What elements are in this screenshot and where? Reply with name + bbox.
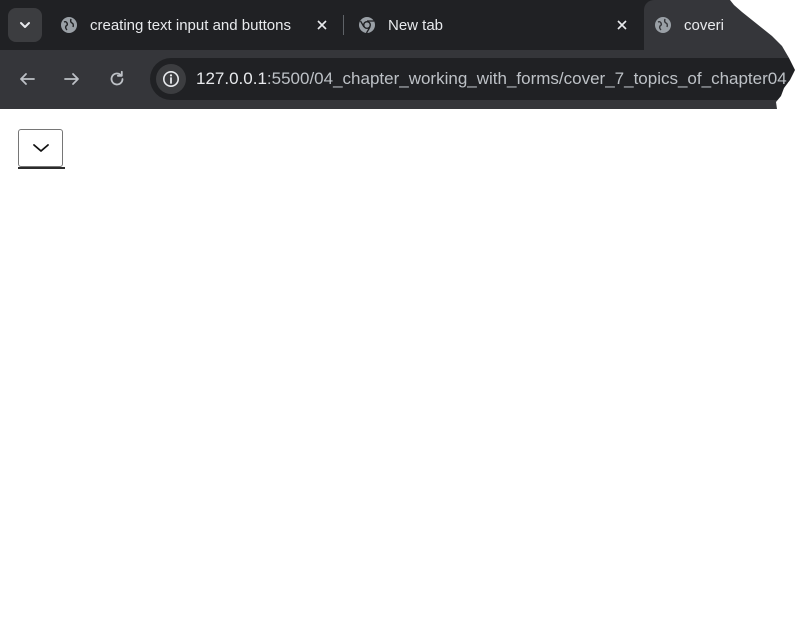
back-button[interactable] <box>10 62 44 96</box>
browser-chrome: creating text input and buttons New tab <box>0 0 796 109</box>
browser-toolbar: 127.0.0.1:5500/04_chapter_working_with_f… <box>0 50 796 109</box>
tab-covering-active[interactable]: coveri <box>644 0 796 50</box>
tab-strip: creating text input and buttons New tab <box>0 0 796 50</box>
info-icon <box>163 71 179 87</box>
page-content <box>0 109 796 617</box>
url-path: :5500/04_chapter_working_with_forms/cove… <box>266 69 792 88</box>
reload-button[interactable] <box>100 62 134 96</box>
tab-title: creating text input and buttons <box>90 16 291 34</box>
reload-icon <box>110 70 124 86</box>
close-icon[interactable] <box>312 15 332 35</box>
tab-new-tab[interactable]: New tab <box>348 7 640 43</box>
chevron-down-icon <box>20 22 30 28</box>
globe-icon <box>61 17 77 33</box>
close-icon[interactable] <box>612 15 632 35</box>
tab-creating-text-input[interactable]: creating text input and buttons <box>50 7 340 43</box>
globe-icon <box>655 17 671 33</box>
chevron-down-icon <box>32 144 49 152</box>
url-text[interactable]: 127.0.0.1:5500/04_chapter_working_with_f… <box>196 69 791 89</box>
tab-title: coveri <box>684 16 725 34</box>
tab-search-button[interactable] <box>8 8 42 42</box>
chrome-icon <box>359 17 375 34</box>
site-info-button[interactable] <box>156 64 186 94</box>
tab-separator <box>343 15 344 35</box>
forward-button[interactable] <box>55 62 89 96</box>
select-underline <box>18 167 65 169</box>
dropdown-select[interactable] <box>18 129 63 167</box>
address-bar[interactable]: 127.0.0.1:5500/04_chapter_working_with_f… <box>150 58 796 100</box>
url-host: 127.0.0.1 <box>196 69 267 88</box>
arrow-left-icon <box>20 73 35 85</box>
tab-title: New tab <box>388 16 444 34</box>
arrow-right-icon <box>64 73 79 85</box>
